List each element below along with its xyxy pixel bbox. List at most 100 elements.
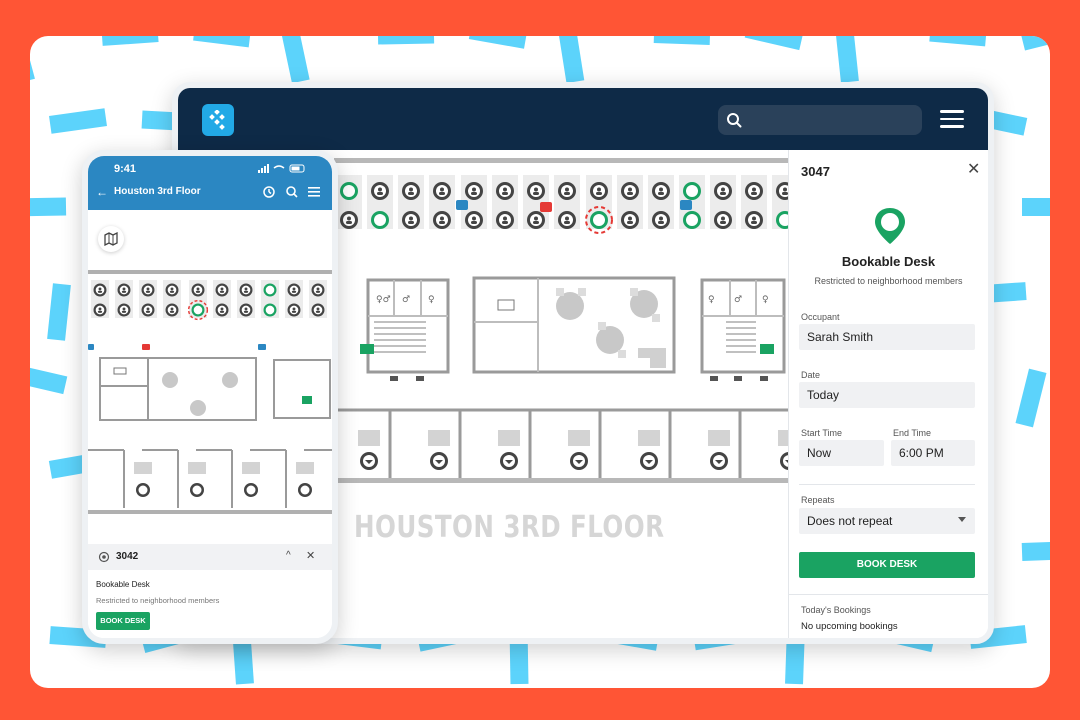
office-desk-marker[interactable] xyxy=(500,452,518,470)
occupied-desk-marker[interactable] xyxy=(117,303,131,317)
office-desk xyxy=(242,462,260,474)
office-desk-marker[interactable] xyxy=(430,452,448,470)
occupied-desk-marker[interactable] xyxy=(117,283,131,297)
office-desk xyxy=(428,430,450,446)
chevron-up-icon[interactable]: ^ xyxy=(286,550,291,561)
occupied-desk-marker[interactable] xyxy=(652,211,670,229)
pattern-tile xyxy=(30,197,67,217)
bookable-desk-marker[interactable] xyxy=(683,211,701,229)
occupied-desk-marker[interactable] xyxy=(465,211,483,229)
office-desk-marker[interactable] xyxy=(298,483,312,497)
occupied-desk-marker[interactable] xyxy=(558,211,576,229)
pattern-tile xyxy=(30,363,68,395)
occupied-desk-marker[interactable] xyxy=(371,182,389,200)
occupant-label: Occupant xyxy=(801,312,840,322)
occupied-desk-marker[interactable] xyxy=(311,283,325,297)
occupied-desk-marker[interactable] xyxy=(714,182,732,200)
bookable-desk-marker[interactable] xyxy=(371,211,389,229)
history-icon[interactable] xyxy=(263,186,275,198)
occupied-desk-marker[interactable] xyxy=(165,283,179,297)
occupied-desk-marker[interactable] xyxy=(311,303,325,317)
office-desk-marker[interactable] xyxy=(190,483,204,497)
svg-text:♀♂: ♀♂ xyxy=(376,295,391,305)
pattern-tile xyxy=(1015,368,1047,428)
map-icon xyxy=(104,232,118,246)
back-arrow-icon[interactable]: ← xyxy=(96,185,108,199)
occupied-desk-marker[interactable] xyxy=(714,211,732,229)
book-desk-button[interactable]: BOOK DESK xyxy=(799,552,975,578)
occupied-desk-marker[interactable] xyxy=(93,283,107,297)
occupied-desk-marker[interactable] xyxy=(527,211,545,229)
date-field[interactable]: Today xyxy=(799,382,975,408)
occupied-desk-marker[interactable] xyxy=(433,211,451,229)
occupied-desk-marker[interactable] xyxy=(621,211,639,229)
svg-text:♀: ♀ xyxy=(762,295,769,305)
hamburger-icon[interactable] xyxy=(940,110,964,128)
pattern-tile xyxy=(193,36,251,48)
occupied-desk-marker[interactable] xyxy=(141,303,155,317)
occupied-desk-marker[interactable] xyxy=(287,283,301,297)
desk-id: 3047 xyxy=(801,164,830,179)
office-desk-marker[interactable] xyxy=(570,452,588,470)
search-input[interactable] xyxy=(718,105,922,135)
occupied-desk-marker[interactable] xyxy=(558,182,576,200)
map-view-button[interactable] xyxy=(98,226,124,252)
start-time-field[interactable]: Now xyxy=(799,440,884,466)
logo-icon[interactable] xyxy=(202,104,234,136)
search-icon[interactable] xyxy=(286,186,298,198)
pattern-tile xyxy=(653,36,711,45)
sheet-header: 3042 ^ ✕ xyxy=(88,544,332,570)
office-desk-marker[interactable] xyxy=(640,452,658,470)
repeats-label: Repeats xyxy=(801,495,835,505)
hero-canvas: ♀♂ ♂ ♀ ♀ ♂ ♀ HOUSTON 3RD FLOOR 3047 ✕ Bo… xyxy=(30,36,1050,688)
occupied-desk-marker[interactable] xyxy=(215,283,229,297)
repeats-select[interactable]: Does not repeat xyxy=(799,508,975,534)
close-icon[interactable]: ✕ xyxy=(306,549,315,562)
occupied-desk-marker[interactable] xyxy=(287,303,301,317)
occupied-desk-marker[interactable] xyxy=(141,283,155,297)
occupied-desk-marker[interactable] xyxy=(465,182,483,200)
office-desk-marker[interactable] xyxy=(780,452,798,470)
occupied-desk-marker[interactable] xyxy=(239,283,253,297)
close-icon[interactable]: ✕ xyxy=(967,162,980,178)
occupied-desk-marker[interactable] xyxy=(191,283,205,297)
office-desk xyxy=(296,462,314,474)
svg-text:♀: ♀ xyxy=(708,295,715,305)
occupied-desk-marker[interactable] xyxy=(590,182,608,200)
occupied-desk-marker[interactable] xyxy=(239,303,253,317)
restriction-text: Restricted to neighborhood members xyxy=(814,276,963,286)
office-desk-marker[interactable] xyxy=(360,452,378,470)
occupant-field[interactable]: Sarah Smith xyxy=(799,324,975,350)
occupied-desk-marker[interactable] xyxy=(165,303,179,317)
divider xyxy=(799,484,975,485)
office-desk xyxy=(708,430,730,446)
todays-bookings-label: Today's Bookings xyxy=(801,605,871,615)
occupied-desk-marker[interactable] xyxy=(496,211,514,229)
occupied-desk-marker[interactable] xyxy=(402,182,420,200)
book-desk-button[interactable]: BOOK DESK xyxy=(96,612,150,630)
occupied-desk-marker[interactable] xyxy=(402,211,420,229)
bookable-desk-marker[interactable] xyxy=(263,283,277,297)
bookable-desk-marker[interactable] xyxy=(263,303,277,317)
bookable-desk-marker[interactable] xyxy=(683,182,701,200)
occupied-desk-marker[interactable] xyxy=(621,182,639,200)
office-desk-marker[interactable] xyxy=(136,483,150,497)
office-desk-marker[interactable] xyxy=(244,483,258,497)
occupied-desk-marker[interactable] xyxy=(340,211,358,229)
occupied-desk-marker[interactable] xyxy=(527,182,545,200)
office-desk xyxy=(498,430,520,446)
office-desk-marker[interactable] xyxy=(710,452,728,470)
start-time-label: Start Time xyxy=(801,428,843,438)
bookable-desk-marker[interactable] xyxy=(340,182,358,200)
occupied-desk-marker[interactable] xyxy=(745,211,763,229)
end-time-field[interactable]: 6:00 PM xyxy=(891,440,975,466)
office-wall xyxy=(304,449,332,451)
pattern-tile xyxy=(557,36,585,84)
occupied-desk-marker[interactable] xyxy=(93,303,107,317)
occupied-desk-marker[interactable] xyxy=(433,182,451,200)
occupied-desk-marker[interactable] xyxy=(652,182,670,200)
occupied-desk-marker[interactable] xyxy=(215,303,229,317)
occupied-desk-marker[interactable] xyxy=(745,182,763,200)
occupied-desk-marker[interactable] xyxy=(496,182,514,200)
hamburger-icon[interactable] xyxy=(308,187,320,197)
